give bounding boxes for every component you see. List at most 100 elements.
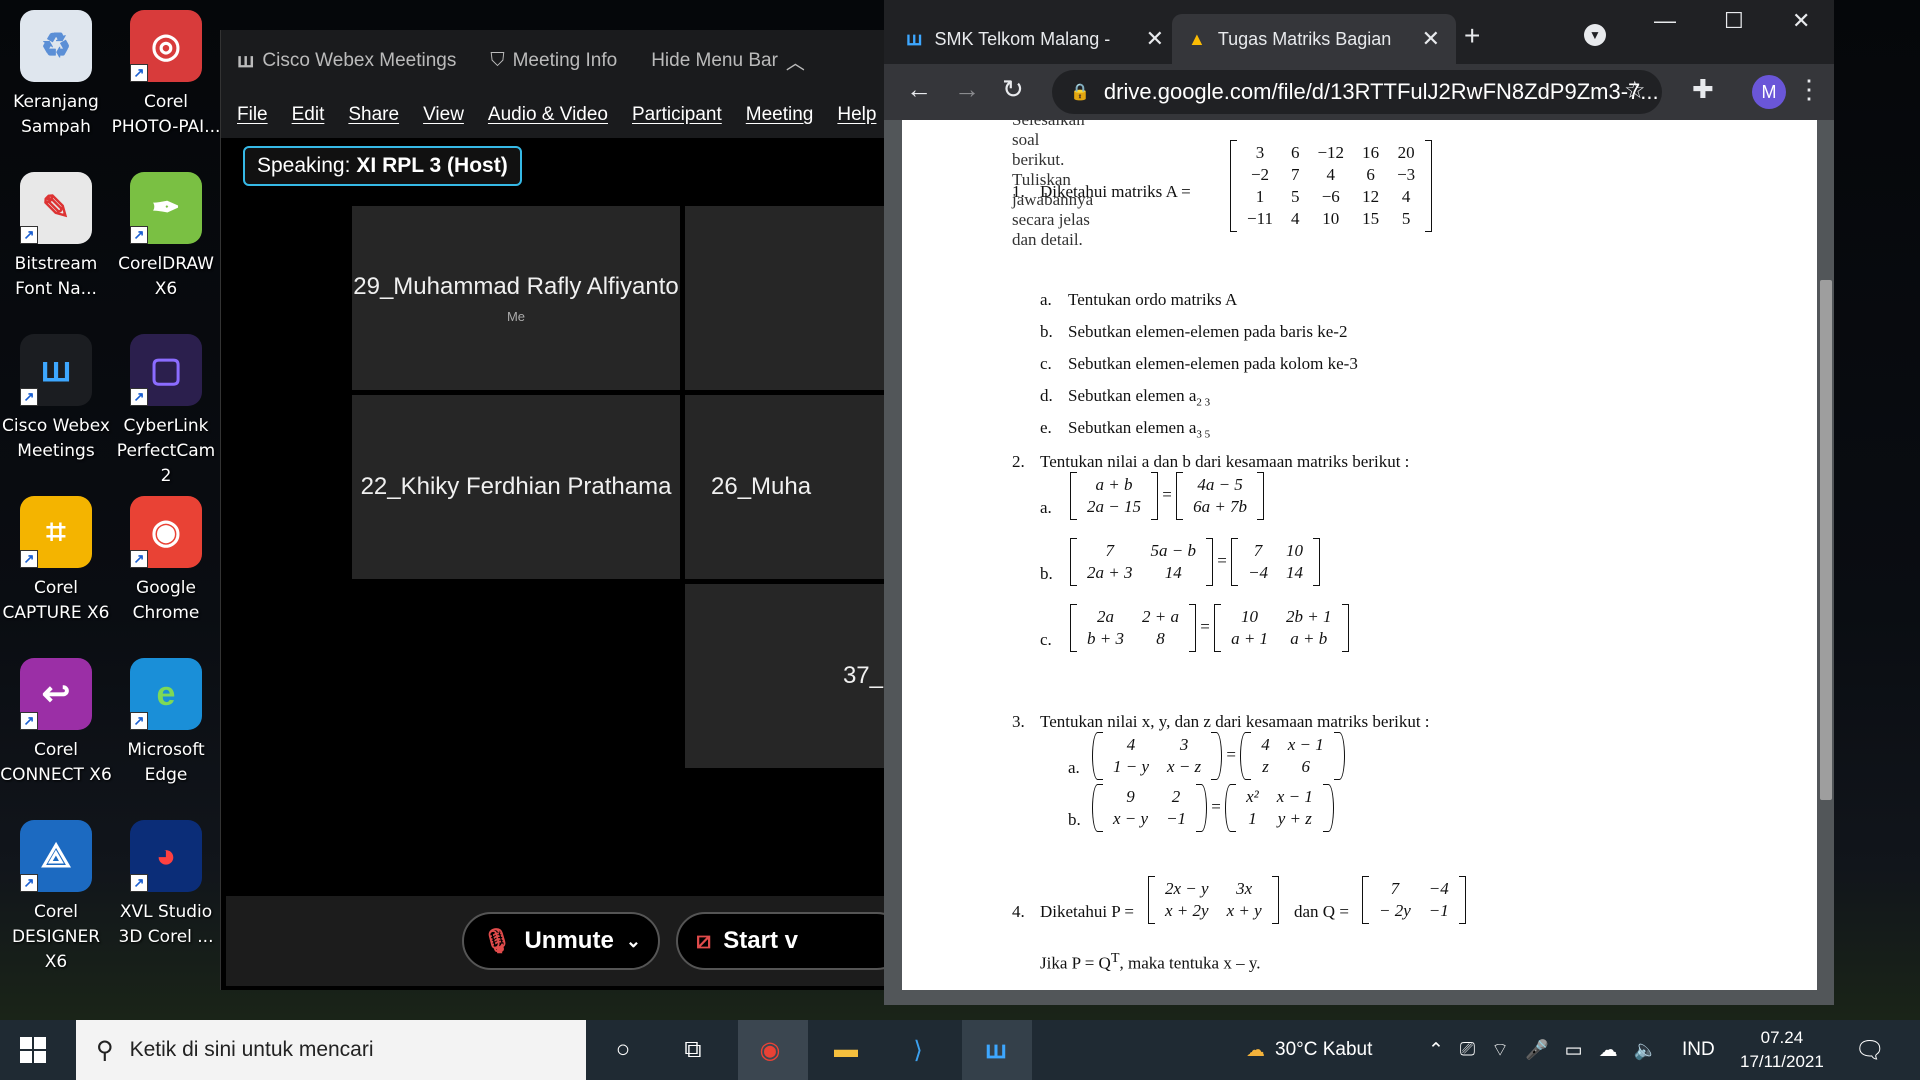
matrix-cell: 3x (1236, 879, 1253, 898)
menu-kebab-icon[interactable]: ⋮ (1796, 74, 1822, 105)
mic-icon[interactable]: 🎤 (1525, 1038, 1549, 1062)
corel-connect-icon: ↩ ↗ (20, 658, 92, 730)
q2c-label: c. (1040, 630, 1052, 649)
onedrive-error-icon[interactable]: ☁ (1599, 1039, 1618, 1062)
tab-tugas-matriks[interactable]: ▲ Tugas Matriks Bagian ✕ (1172, 14, 1456, 64)
q1-number: 1. (1012, 182, 1025, 201)
desktop-icon[interactable]: ⟁ ↗ Corel DESIGNER X6 (0, 814, 112, 972)
bitstream-font-icon: ✎ ↗ (20, 172, 92, 244)
desktop-icon-label: Corel CAPTURE X6 (2, 578, 110, 623)
menu-item[interactable]: Share (348, 104, 399, 126)
matrix-cell: 4 (1401, 187, 1411, 206)
volume-icon[interactable]: 🔈 (1634, 1038, 1658, 1062)
video-tile[interactable] (685, 206, 885, 390)
menu-item[interactable]: Audio & Video (488, 104, 608, 126)
menu-item[interactable]: Meeting (746, 104, 814, 126)
menu-item[interactable]: File (237, 104, 268, 126)
back-arrow-icon[interactable]: ← (906, 74, 932, 105)
bookmark-star-icon[interactable]: ☆ (1624, 76, 1646, 105)
desktop-icon[interactable]: e ↗ Microsoft Edge (110, 652, 222, 802)
forward-arrow-icon[interactable]: → (954, 74, 980, 105)
extensions-icon[interactable]: ✚ (1692, 74, 1714, 105)
item-label: e. (1040, 418, 1052, 437)
tab-search-button[interactable]: ▼ (1584, 24, 1606, 46)
menu-item[interactable]: Edit (292, 104, 325, 126)
desktop-icon[interactable]: ◉ ↗ Google Chrome (110, 490, 222, 640)
reload-icon[interactable]: ↻ (1002, 74, 1024, 105)
video-tile[interactable]: 26_Muha (685, 395, 885, 579)
matrix-cell: 2a (1096, 607, 1114, 626)
close-window-button[interactable]: ✕ (1792, 8, 1810, 34)
desktop-icon[interactable]: ◎ ↗ Corel PHOTO-PAI... (110, 4, 222, 154)
webex-tab-icon: ꟺ (906, 28, 923, 49)
webex-taskbar-icon[interactable]: ꟺ (978, 1032, 1014, 1068)
pdf-viewer: Selesaikan soal berikut. Tuliskan jawaba… (884, 120, 1834, 1005)
task-view-icon[interactable]: ⧉ (675, 1032, 711, 1068)
profile-avatar[interactable]: M (1752, 75, 1786, 109)
desktop-icon[interactable]: ♻ Keranjang Sampah (0, 4, 112, 154)
start-video-button[interactable]: ⧄ Start v (676, 912, 906, 970)
desktop-icon[interactable]: ✎ ↗ Bitstream Font Na... (0, 166, 112, 316)
q4-line2: Jika P = QT, maka tentuka x – y. (1040, 950, 1261, 973)
edge-icon: e ↗ (130, 658, 202, 730)
cortana-icon[interactable]: ○ (605, 1032, 641, 1068)
desktop-icon[interactable]: ◕ ↗ XVL Studio 3D Corel ... (110, 814, 222, 964)
desktop-icon[interactable]: ↩ ↗ Corel CONNECT X6 (0, 652, 112, 802)
corel-photo-paint-icon: ◎ ↗ (130, 10, 202, 82)
video-tile[interactable]: 22_Khiky Ferdhian Prathama (352, 395, 680, 579)
menu-item[interactable]: Participant (632, 104, 722, 126)
tab-smk-telkom[interactable]: ꟺ SMK Telkom Malang - ✕ (890, 14, 1180, 64)
browser-toolbar: ← → ↻ 🔒 drive.google.com/file/d/13RTTFul… (884, 64, 1834, 120)
chrome-taskbar-icon[interactable]: ◉ (752, 1032, 788, 1068)
desktop-icon[interactable]: ▢ ↗ CyberLink PerfectCam 2 (110, 328, 222, 486)
corel-designer-icon: ⟁ ↗ (20, 820, 92, 892)
desktop-icon[interactable]: ⌗ ↗ Corel CAPTURE X6 (0, 490, 112, 640)
page-scrollbar[interactable] (1820, 280, 1832, 800)
matrix-q: 7 −4 − 2y −1 (1362, 876, 1466, 924)
chrome-window: ꟺ SMK Telkom Malang - ✕ ▲ Tugas Matriks … (884, 0, 1834, 1005)
menu-item[interactable]: Help (837, 104, 876, 126)
shortcut-arrow-icon: ↗ (20, 226, 38, 244)
start-windows-icon[interactable] (20, 1037, 46, 1063)
menu-item[interactable]: View (423, 104, 464, 126)
desktop-icon-label: Google Chrome (132, 578, 200, 623)
webex-window: ꟺ Cisco Webex Meetings ⛉ Meeting Info Hi… (220, 30, 906, 990)
meeting-info-button[interactable]: ⛉ Meeting Info (490, 50, 617, 72)
battery-icon[interactable]: ▭ (1565, 1039, 1583, 1062)
file-explorer-icon[interactable]: ▬ (828, 1032, 864, 1068)
q1-item: b. Sebutkan elemen-elemen pada baris ke-2 (1040, 322, 1347, 342)
desktop-icon[interactable]: ✒ ↗ CorelDRAW X6 (110, 166, 222, 316)
matrix-cell: 6 (1366, 165, 1375, 184)
show-hidden-icons-icon[interactable]: ⌃ (1428, 1039, 1444, 1062)
video-tile[interactable]: 29_Muhammad Rafly Alfiyanto Me (352, 206, 680, 390)
wifi-icon[interactable]: ⌔ (1491, 1038, 1509, 1062)
taskbar-search-box[interactable]: ⚲ Ketik di sini untuk mencari (76, 1020, 586, 1080)
desktop-icon[interactable]: ꟺ ↗ Cisco Webex Meetings (0, 328, 112, 478)
language-indicator[interactable]: IND (1682, 1020, 1715, 1080)
matrix-cell: 14 (1164, 563, 1182, 582)
minimize-button[interactable]: — (1654, 8, 1676, 34)
unmute-button[interactable]: 🎙 Unmute ⌄ (462, 912, 660, 970)
shortcut-arrow-icon: ↗ (20, 388, 38, 406)
weather-widget[interactable]: ☁ 30°C Kabut (1246, 1020, 1372, 1080)
clock[interactable]: 07.24 17/11/2021 (1740, 1020, 1824, 1080)
search-icon: ⚲ (96, 1036, 114, 1064)
maximize-button[interactable]: ☐ (1724, 8, 1744, 34)
matrix-cell: 1 (1248, 809, 1257, 828)
matrix-cell: 15 (1362, 209, 1380, 228)
close-tab-icon[interactable]: ✕ (1146, 26, 1164, 52)
item-text: Sebutkan elemen-elemen pada kolom ke-3 (1068, 354, 1358, 373)
video-tile[interactable]: 37_ (685, 584, 885, 768)
item-label: b. (1040, 322, 1053, 341)
matrix-cell: 7 (1390, 879, 1400, 898)
address-bar[interactable]: 🔒 drive.google.com/file/d/13RTTFulJ2RwFN… (1052, 70, 1662, 114)
notification-center-icon[interactable]: 🗨 (1852, 1032, 1888, 1068)
meet-now-icon[interactable]: ⎚ (1460, 1039, 1475, 1061)
q2b-equation: 7 5a − b 2a + 3 14 = 7 10 −4 14 (1070, 538, 1321, 586)
new-tab-button[interactable]: + (1464, 20, 1480, 52)
hide-menu-bar-button[interactable]: Hide Menu Bar ︿ (651, 48, 805, 75)
close-tab-icon[interactable]: ✕ (1422, 26, 1440, 52)
matrix-cell: 12 (1362, 187, 1380, 206)
vscode-icon[interactable]: ⟩ (900, 1032, 936, 1068)
matrix-cell: 3 (1179, 735, 1189, 754)
